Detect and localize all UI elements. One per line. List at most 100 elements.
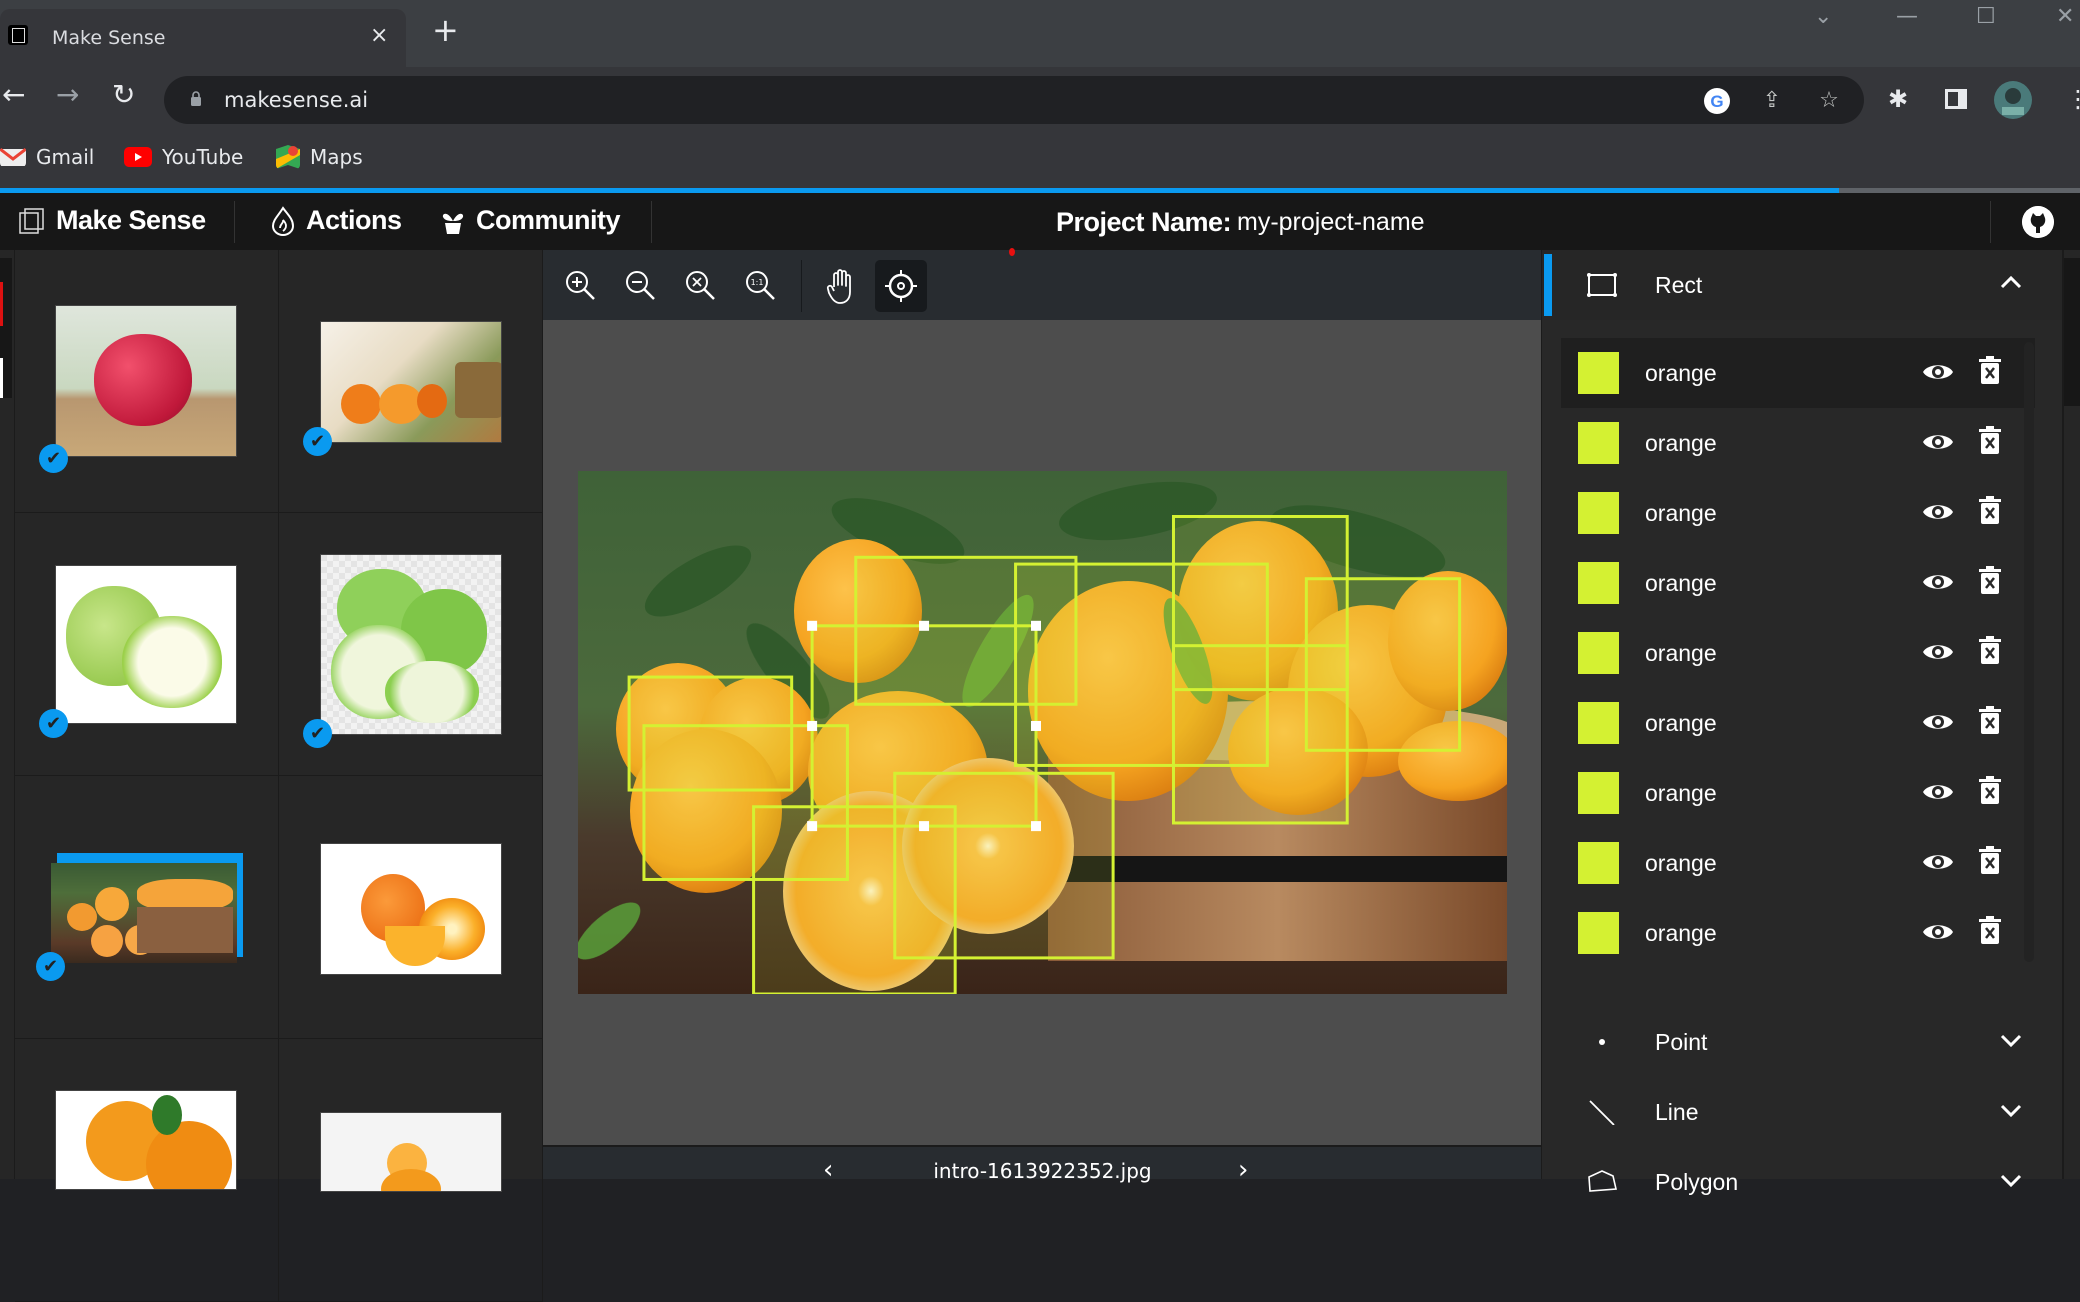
thumbnail-green-apple[interactable] bbox=[55, 565, 237, 724]
zoom-out-button[interactable] bbox=[615, 260, 667, 312]
reload-icon[interactable]: ↻ bbox=[112, 81, 135, 109]
resize-handle[interactable] bbox=[807, 720, 818, 731]
extensions-icon[interactable]: ✱ bbox=[1888, 87, 1908, 111]
new-tab-button[interactable]: + bbox=[432, 14, 459, 46]
label-row[interactable]: orange bbox=[1561, 688, 2035, 758]
bookmark-star-icon[interactable]: ☆ bbox=[1816, 88, 1842, 114]
label-name[interactable]: orange bbox=[1645, 920, 1717, 947]
image-cell[interactable]: ✔ bbox=[15, 250, 279, 513]
delete-icon[interactable] bbox=[1979, 566, 2001, 594]
thumbnail-orange-slices[interactable] bbox=[320, 843, 502, 975]
bookmark-gmail[interactable]: Gmail bbox=[0, 145, 94, 169]
zoom-fit-button[interactable] bbox=[675, 260, 727, 312]
delete-icon[interactable] bbox=[1979, 776, 2001, 804]
section-rect-header[interactable]: Rect bbox=[1542, 250, 2063, 320]
zoom-in-button[interactable] bbox=[555, 260, 607, 312]
eye-icon[interactable] bbox=[1922, 430, 1954, 454]
thumbnail-oranges-tree[interactable] bbox=[320, 321, 502, 443]
tab-search-icon[interactable]: ⌄ bbox=[1814, 4, 1832, 29]
label-name[interactable]: orange bbox=[1645, 710, 1717, 737]
label-row[interactable]: orange bbox=[1561, 338, 2035, 408]
eye-icon[interactable] bbox=[1922, 360, 1954, 384]
crosshair-tool-button[interactable] bbox=[875, 260, 927, 312]
section-polygon-header[interactable]: Polygon bbox=[1542, 1147, 2063, 1217]
tab-close-button[interactable]: × bbox=[370, 23, 388, 48]
resize-handle[interactable] bbox=[919, 620, 930, 631]
rect-label-list[interactable]: orange orange orange orange orange orange oran… bbox=[1561, 338, 2035, 981]
chevron-up-icon[interactable] bbox=[1998, 272, 2024, 294]
side-panel-icon[interactable] bbox=[1944, 87, 1968, 115]
image-cell[interactable]: ✔ bbox=[15, 513, 279, 776]
eye-icon[interactable] bbox=[1922, 850, 1954, 874]
collapsed-panel-tab[interactable] bbox=[0, 258, 12, 398]
next-image-button[interactable]: › bbox=[1238, 1155, 1248, 1185]
eye-icon[interactable] bbox=[1922, 570, 1954, 594]
label-list-scrollbar[interactable] bbox=[2024, 342, 2034, 962]
label-name[interactable]: orange bbox=[1645, 360, 1717, 387]
pan-tool-button[interactable] bbox=[815, 260, 867, 312]
back-arrow-icon[interactable]: ← bbox=[2, 81, 25, 109]
label-color-swatch[interactable] bbox=[1578, 562, 1619, 604]
address-bar[interactable]: makesense.ai G ⇪ ☆ bbox=[164, 76, 1864, 124]
label-color-swatch[interactable] bbox=[1578, 772, 1619, 814]
left-collapsed-tab[interactable] bbox=[0, 250, 14, 1179]
zoom-actual-size-button[interactable]: 1:1 bbox=[735, 260, 787, 312]
label-row[interactable]: orange bbox=[1561, 478, 2035, 548]
google-lens-icon[interactable]: G bbox=[1704, 88, 1730, 114]
resize-handle[interactable] bbox=[1030, 620, 1041, 631]
image-thumbnail-list[interactable]: ✔ ✔ ✔ ✔ ✔ bbox=[14, 250, 543, 1302]
resize-handle[interactable] bbox=[1030, 821, 1041, 832]
delete-icon[interactable] bbox=[1979, 356, 2001, 384]
delete-icon[interactable] bbox=[1979, 426, 2001, 454]
image-cell[interactable]: ✔ bbox=[279, 250, 543, 513]
eye-icon[interactable] bbox=[1922, 780, 1954, 804]
image-cell[interactable] bbox=[15, 1039, 279, 1302]
nav-actions[interactable]: Actions bbox=[270, 205, 402, 236]
bounding-box-orange[interactable] bbox=[810, 624, 1038, 828]
label-name[interactable]: orange bbox=[1645, 850, 1717, 877]
label-name[interactable]: orange bbox=[1645, 570, 1717, 597]
github-icon[interactable] bbox=[2022, 206, 2054, 238]
section-point-header[interactable]: Point bbox=[1542, 1007, 2063, 1077]
label-row[interactable]: orange bbox=[1561, 618, 2035, 688]
delete-icon[interactable] bbox=[1979, 636, 2001, 664]
label-row[interactable]: orange bbox=[1561, 898, 2035, 968]
thumbnail-orange-stack[interactable] bbox=[320, 1112, 502, 1192]
thumbnail-red-apple[interactable] bbox=[55, 305, 237, 457]
image-cell[interactable]: ✔ bbox=[279, 513, 543, 776]
eye-icon[interactable] bbox=[1922, 640, 1954, 664]
resize-handle[interactable] bbox=[807, 620, 818, 631]
minimize-button[interactable]: — bbox=[1896, 4, 1918, 29]
resize-handle[interactable] bbox=[807, 821, 818, 832]
delete-icon[interactable] bbox=[1979, 916, 2001, 944]
bookmark-youtube[interactable]: YouTube bbox=[124, 145, 243, 169]
delete-icon[interactable] bbox=[1979, 846, 2001, 874]
profile-avatar[interactable] bbox=[1994, 81, 2032, 123]
thumbnail-oranges-basket-selected[interactable] bbox=[51, 863, 237, 963]
bounding-box-orange[interactable] bbox=[1171, 644, 1349, 692]
section-line-header[interactable]: Line bbox=[1542, 1077, 2063, 1147]
image-cell[interactable]: ✔ bbox=[15, 776, 279, 1039]
url-text[interactable]: makesense.ai bbox=[224, 88, 368, 112]
chrome-menu-icon[interactable]: ⋮ bbox=[2066, 87, 2080, 111]
delete-icon[interactable] bbox=[1979, 496, 2001, 524]
bookmark-maps[interactable]: Maps bbox=[276, 145, 363, 169]
label-color-swatch[interactable] bbox=[1578, 842, 1619, 884]
maximize-button[interactable]: ☐ bbox=[1976, 4, 1996, 29]
label-name[interactable]: orange bbox=[1645, 430, 1717, 457]
eye-icon[interactable] bbox=[1922, 710, 1954, 734]
chevron-down-icon[interactable] bbox=[1998, 1099, 2024, 1121]
label-color-swatch[interactable] bbox=[1578, 492, 1619, 534]
annotation-canvas[interactable] bbox=[578, 471, 1507, 994]
brand-logo[interactable]: Make Sense bbox=[18, 205, 206, 236]
right-collapsed-tab[interactable] bbox=[2062, 250, 2080, 1179]
label-row[interactable]: orange bbox=[1561, 408, 2035, 478]
nav-community[interactable]: Community bbox=[440, 205, 621, 236]
label-name[interactable]: orange bbox=[1645, 780, 1717, 807]
eye-icon[interactable] bbox=[1922, 500, 1954, 524]
label-name[interactable]: orange bbox=[1645, 640, 1717, 667]
forward-arrow-icon[interactable]: → bbox=[56, 81, 79, 109]
label-row[interactable]: orange bbox=[1561, 828, 2035, 898]
eye-icon[interactable] bbox=[1922, 920, 1954, 944]
bounding-box-orange[interactable] bbox=[752, 805, 957, 994]
